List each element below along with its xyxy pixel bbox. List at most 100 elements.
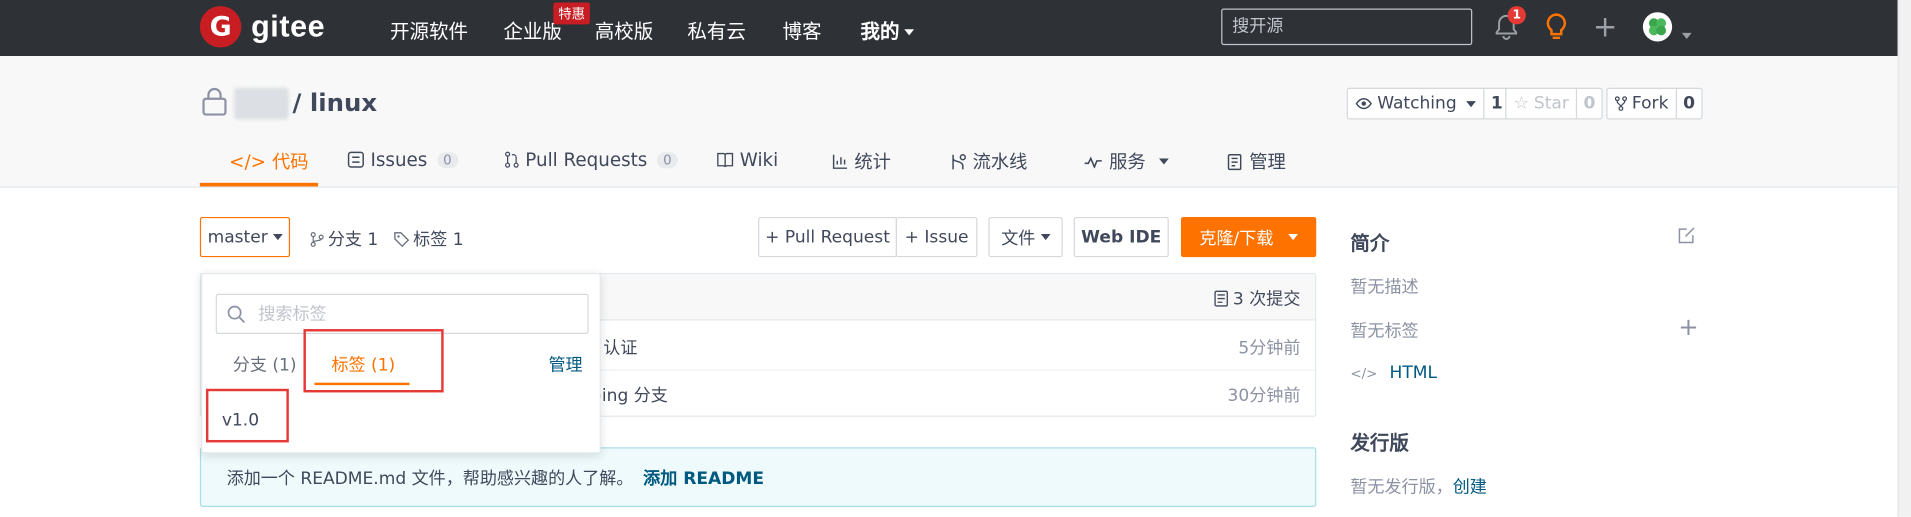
dropdown-tab-branches[interactable]: 分支 (1) xyxy=(233,352,297,376)
no-description-text: 暂无描述 xyxy=(1350,277,1419,298)
tab-stats-label: 统计 xyxy=(854,151,891,174)
fork-button-group[interactable]: Fork 0 xyxy=(1606,87,1703,120)
watch-button[interactable]: Watching xyxy=(1348,88,1485,119)
tab-manage-label: 管理 xyxy=(1249,151,1286,174)
repo-tabs: </> 代码 Issues 0 Pull Requests 0 Wiki 统计 流水线… xyxy=(0,144,1911,188)
chevron-down-icon xyxy=(1159,158,1169,165)
fork-count[interactable]: 0 xyxy=(1677,89,1701,118)
star-count[interactable]: 0 xyxy=(1577,89,1601,118)
issues-icon xyxy=(347,151,364,168)
tag-search[interactable] xyxy=(215,293,589,334)
repo-name: linux xyxy=(309,87,378,117)
commits-count-link[interactable]: 3 次提交 xyxy=(1213,286,1300,310)
lock-icon xyxy=(201,87,228,121)
tag-icon xyxy=(394,231,410,247)
tags-count: 标签 1 xyxy=(413,230,464,250)
tab-pull-requests-label: Pull Requests xyxy=(525,148,648,171)
tab-code[interactable]: </> 代码 xyxy=(229,149,308,175)
file-menu-label: 文件 xyxy=(1001,228,1036,249)
branch-selector[interactable]: master xyxy=(199,216,291,258)
pipeline-icon xyxy=(952,153,966,169)
repo-owner-redacted xyxy=(234,87,289,120)
tab-wiki-label: Wiki xyxy=(739,148,779,171)
star-button[interactable]: ☆ Star xyxy=(1506,88,1578,119)
pulse-icon xyxy=(1084,155,1102,168)
nav-private-cloud[interactable]: 私有云 xyxy=(687,15,746,44)
plus-icon[interactable]: + xyxy=(1593,12,1618,41)
language-link[interactable]: HTML xyxy=(1390,363,1437,383)
global-search[interactable] xyxy=(1221,8,1473,46)
no-tags-text: 暂无标签 xyxy=(1350,321,1419,342)
branch-icon xyxy=(310,231,324,247)
tab-services[interactable]: 服务 xyxy=(1083,149,1169,175)
new-issue-button[interactable]: + Issue xyxy=(895,216,978,258)
book-icon xyxy=(717,152,734,167)
tab-wiki[interactable]: Wiki xyxy=(717,148,779,171)
code-icon: </> xyxy=(1350,365,1378,381)
branches-link[interactable]: 分支 1 xyxy=(310,227,379,251)
readme-notice: 添加一个 README.md 文件，帮助感兴趣的人了解。 添加 README xyxy=(199,447,1317,507)
watch-label: Watching xyxy=(1377,93,1457,114)
commits-count: 3 次提交 xyxy=(1232,290,1301,310)
clone-download-button[interactable]: 克隆/下载 xyxy=(1180,216,1317,258)
create-release-link[interactable]: 创建 xyxy=(1453,478,1487,498)
tab-services-label: 服务 xyxy=(1109,151,1146,174)
tab-pipeline-label: 流水线 xyxy=(972,151,1028,174)
top-navbar: G gitee 开源软件 企业版 特惠 高校版 私有云 博客 我的 1 + xyxy=(0,0,1911,57)
avatar[interactable] xyxy=(1642,12,1673,42)
repo-separator: / xyxy=(292,87,302,117)
intro-title: 简介 xyxy=(1350,231,1390,255)
language-row: </> HTML xyxy=(1350,363,1437,383)
nav-education[interactable]: 高校版 xyxy=(595,15,654,44)
tab-code-label: 代码 xyxy=(272,151,309,174)
branches-count: 分支 1 xyxy=(327,230,379,250)
repo-title[interactable]: / linux xyxy=(293,88,378,117)
web-ide-button[interactable]: Web IDE xyxy=(1073,216,1169,258)
tab-stats[interactable]: 统计 xyxy=(832,149,891,175)
fork-button[interactable]: Fork xyxy=(1608,88,1677,119)
global-search-input[interactable] xyxy=(1222,9,1472,44)
tab-issues[interactable]: Issues 0 xyxy=(347,149,458,171)
commit-message[interactable]: 认证 xyxy=(603,335,637,359)
code-icon: </> xyxy=(229,150,266,173)
tag-search-input[interactable] xyxy=(216,294,588,333)
tab-manage[interactable]: 管理 xyxy=(1227,149,1286,175)
issues-count-badge: 0 xyxy=(437,151,458,168)
file-menu-button[interactable]: 文件 xyxy=(988,216,1063,258)
readme-notice-text: 添加一个 README.md 文件，帮助感兴趣的人了解。 xyxy=(226,468,634,489)
nav-open-source[interactable]: 开源软件 xyxy=(390,15,468,44)
chevron-down-icon[interactable] xyxy=(1677,23,1692,46)
tab-pull-requests[interactable]: Pull Requests 0 xyxy=(505,149,678,171)
fork-icon xyxy=(1614,96,1628,111)
edit-icon[interactable] xyxy=(1677,225,1697,249)
chevron-down-icon xyxy=(272,234,283,241)
new-pull-request-button[interactable]: + Pull Request xyxy=(758,216,897,258)
pull-request-icon xyxy=(505,151,519,168)
branch-selector-label: master xyxy=(207,227,268,247)
dropdown-manage-link[interactable]: 管理 xyxy=(548,352,582,376)
star-button-group[interactable]: ☆ Star 0 xyxy=(1505,87,1603,120)
chevron-down-icon xyxy=(1040,234,1050,241)
clover-icon xyxy=(1648,18,1667,36)
tab-pipeline[interactable]: 流水线 xyxy=(949,149,1027,175)
watch-button-group[interactable]: Watching 1 xyxy=(1346,87,1511,120)
add-tag-plus-icon[interactable]: + xyxy=(1678,312,1698,341)
add-readme-link[interactable]: 添加 README xyxy=(643,465,764,489)
commit-message[interactable]: ping 分支 xyxy=(591,383,668,407)
star-label: Star xyxy=(1533,93,1569,114)
highlight-box xyxy=(303,329,444,393)
page-scrollbar[interactable] xyxy=(1897,0,1911,517)
lightbulb-icon[interactable] xyxy=(1543,12,1570,46)
no-release-text: 暂无发行版， xyxy=(1350,477,1453,498)
gitee-logo[interactable]: G gitee xyxy=(199,6,326,48)
chevron-down-icon xyxy=(904,29,915,36)
gitee-logo-mark: G xyxy=(199,6,242,48)
gitee-logo-text: gitee xyxy=(251,9,326,44)
bar-chart-icon xyxy=(832,154,848,169)
star-icon: ☆ xyxy=(1513,93,1529,114)
commit-time: 30分钟前 xyxy=(1227,386,1301,406)
tags-link[interactable]: 标签 1 xyxy=(394,227,464,251)
nav-mine[interactable]: 我的 xyxy=(860,15,915,44)
nav-blog[interactable]: 博客 xyxy=(782,15,821,44)
commit-time: 5分钟前 xyxy=(1238,338,1301,359)
